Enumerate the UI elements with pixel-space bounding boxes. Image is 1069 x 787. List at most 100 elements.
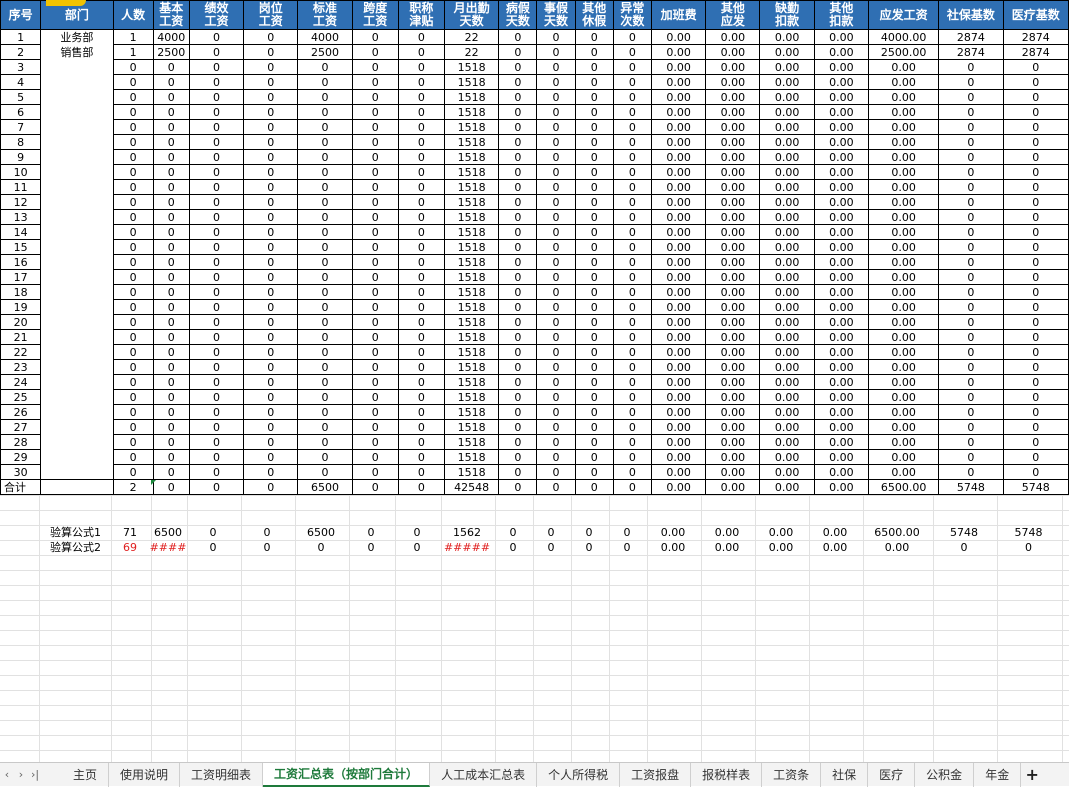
data-cell[interactable]: 0 [536,224,576,240]
data-cell[interactable]: 0 [243,314,299,330]
data-cell[interactable]: 0 [297,134,353,150]
department-cell[interactable] [40,449,114,465]
data-cell[interactable]: 0 [574,329,614,345]
data-cell[interactable]: 0 [612,329,652,345]
department-cell[interactable] [40,179,114,195]
column-header-17[interactable]: 其他 扣款 [813,0,869,30]
data-cell[interactable]: 0 [188,44,245,60]
check-formula-value[interactable]: 0 [934,540,994,555]
department-cell[interactable] [40,119,114,135]
data-cell[interactable]: 0 [498,314,538,330]
data-cell[interactable]: 0 [938,89,1004,105]
data-cell[interactable]: 0 [938,359,1004,375]
data-cell[interactable]: 0.00 [705,209,761,225]
data-cell[interactable]: 0.00 [867,374,940,390]
data-cell[interactable]: 0 [1002,269,1069,285]
data-cell[interactable]: 0.00 [867,149,940,165]
data-cell[interactable]: 0 [243,224,299,240]
data-cell[interactable]: 0.00 [705,74,761,90]
data-cell[interactable]: 1518 [444,89,500,105]
data-cell[interactable]: 0 [112,434,154,450]
data-cell[interactable]: 0 [397,254,446,270]
data-cell[interactable]: 0 [574,299,614,315]
data-cell[interactable]: 0.00 [650,374,707,390]
data-cell[interactable]: 0 [574,404,614,420]
data-cell[interactable]: 0 [938,404,1004,420]
data-cell[interactable]: 4000 [152,29,190,45]
data-cell[interactable]: 0 [574,224,614,240]
data-cell[interactable]: 0.00 [759,299,815,315]
sheet-tab[interactable]: 工资汇总表（按部门合计） [263,762,431,787]
data-cell[interactable]: 0.00 [705,299,761,315]
data-cell[interactable]: 0 [112,254,154,270]
data-cell[interactable]: 0 [498,194,538,210]
data-cell[interactable]: 0.00 [813,44,869,60]
data-cell[interactable]: 0.00 [650,314,707,330]
data-cell[interactable]: 0.00 [705,389,761,405]
data-cell[interactable]: 0 [188,389,245,405]
row-number-cell[interactable]: 13 [0,209,42,225]
data-cell[interactable]: 0 [152,404,190,420]
data-cell[interactable]: 0 [1002,449,1069,465]
department-cell[interactable] [40,104,114,120]
data-cell[interactable]: 0 [938,284,1004,300]
data-cell[interactable]: 0 [536,209,576,225]
data-cell[interactable]: 0 [574,29,614,45]
data-cell[interactable]: 0.00 [759,74,815,90]
column-header-3[interactable]: 基本 工资 [152,0,190,30]
sheet-tab[interactable]: 主页 [62,762,110,787]
data-cell[interactable]: 0 [112,404,154,420]
data-cell[interactable]: 0 [397,44,446,60]
data-cell[interactable]: 0 [1002,224,1069,240]
total-cell[interactable]: 0.00 [813,479,869,495]
data-cell[interactable]: 0 [297,119,353,135]
data-cell[interactable]: 0 [612,254,652,270]
check-formula-value[interactable]: 6500.00 [867,525,927,540]
department-cell[interactable]: 销售部 [40,44,114,60]
sheet-tab[interactable]: 个人所得税 [537,762,621,787]
data-cell[interactable]: 0.00 [759,134,815,150]
total-cell[interactable]: 0 [351,479,399,495]
row-number-cell[interactable]: 9 [0,149,42,165]
data-cell[interactable]: 0 [152,239,190,255]
data-cell[interactable]: 0 [243,404,299,420]
data-cell[interactable]: 0.00 [759,29,815,45]
data-cell[interactable]: 0 [612,209,652,225]
data-cell[interactable]: 0 [1002,314,1069,330]
data-cell[interactable]: 0 [297,254,353,270]
data-cell[interactable]: 0 [612,119,652,135]
data-cell[interactable]: 0 [536,284,576,300]
sheet-tab[interactable]: 年金 [974,762,1022,787]
column-header-19[interactable]: 社保基数 [938,0,1004,30]
data-cell[interactable]: 0 [243,74,299,90]
data-cell[interactable]: 0 [574,269,614,285]
data-cell[interactable]: 0.00 [650,404,707,420]
data-cell[interactable]: 0 [498,74,538,90]
data-cell[interactable]: 0 [498,374,538,390]
total-cell[interactable]: 0 [152,479,190,495]
data-cell[interactable]: 0 [612,59,652,75]
data-cell[interactable]: 0 [938,299,1004,315]
data-cell[interactable]: 0 [498,239,538,255]
data-cell[interactable]: 0 [351,359,399,375]
data-cell[interactable]: 0 [536,239,576,255]
check-formula-value[interactable]: 0 [183,540,243,555]
data-cell[interactable]: 0 [1002,239,1069,255]
data-cell[interactable]: 0 [536,464,576,480]
data-cell[interactable]: 2874 [1002,29,1069,45]
data-cell[interactable]: 0.00 [813,149,869,165]
department-cell[interactable]: 业务部 [40,29,114,45]
data-cell[interactable]: 1518 [444,179,500,195]
department-cell[interactable] [40,89,114,105]
sheet-tab[interactable]: 工资条 [762,762,822,787]
data-cell[interactable]: 0 [574,359,614,375]
data-cell[interactable]: 0 [351,314,399,330]
row-number-cell[interactable]: 30 [0,464,42,480]
data-cell[interactable]: 0.00 [759,224,815,240]
data-cell[interactable]: 0 [536,194,576,210]
data-cell[interactable]: 0 [498,269,538,285]
data-cell[interactable]: 0 [574,284,614,300]
data-cell[interactable]: 0.00 [759,374,815,390]
data-cell[interactable]: 0 [112,449,154,465]
data-cell[interactable]: 0.00 [705,449,761,465]
